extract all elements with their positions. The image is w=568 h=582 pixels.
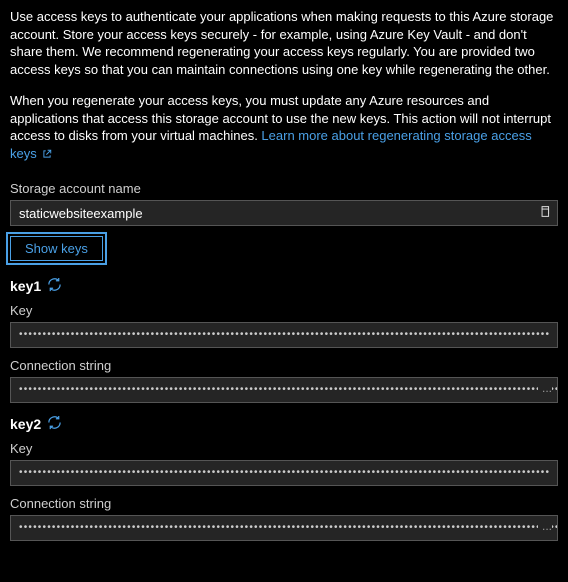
- key1-key-value[interactable]: ••••••••••••••••••••••••••••••••••••••••…: [10, 322, 558, 348]
- copy-storage-name-button[interactable]: [534, 203, 554, 223]
- key2-section: key2 Key •••••••••••••••••••••••••••••••…: [10, 415, 558, 541]
- key1-section: key1 Key •••••••••••••••••••••••••••••••…: [10, 277, 558, 403]
- rotate-icon: [47, 277, 62, 295]
- intro-paragraph: Use access keys to authenticate your app…: [10, 8, 558, 78]
- ellipsis-icon: ...: [538, 519, 552, 533]
- key2-title: key2: [10, 416, 41, 432]
- rotate-icon: [47, 415, 62, 433]
- key1-conn-label: Connection string: [10, 358, 558, 373]
- warning-paragraph: When you regenerate your access keys, yo…: [10, 92, 558, 163]
- key2-rotate-button[interactable]: [47, 415, 62, 433]
- ellipsis-icon: ...: [538, 381, 552, 395]
- key2-conn-value[interactable]: ••••••••••••••••••••••••••••••••••••••••…: [10, 515, 558, 541]
- key1-key-label: Key: [10, 303, 558, 318]
- key1-title: key1: [10, 278, 41, 294]
- key2-conn-label: Connection string: [10, 496, 558, 511]
- storage-account-label: Storage account name: [10, 181, 558, 196]
- key1-rotate-button[interactable]: [47, 277, 62, 295]
- external-link-icon: [42, 146, 52, 164]
- key2-key-label: Key: [10, 441, 558, 456]
- show-keys-button[interactable]: Show keys: [10, 236, 103, 261]
- storage-account-input[interactable]: [10, 200, 558, 226]
- key1-conn-value[interactable]: ••••••••••••••••••••••••••••••••••••••••…: [10, 377, 558, 403]
- copy-icon: [538, 205, 551, 221]
- key2-key-value[interactable]: ••••••••••••••••••••••••••••••••••••••••…: [10, 460, 558, 486]
